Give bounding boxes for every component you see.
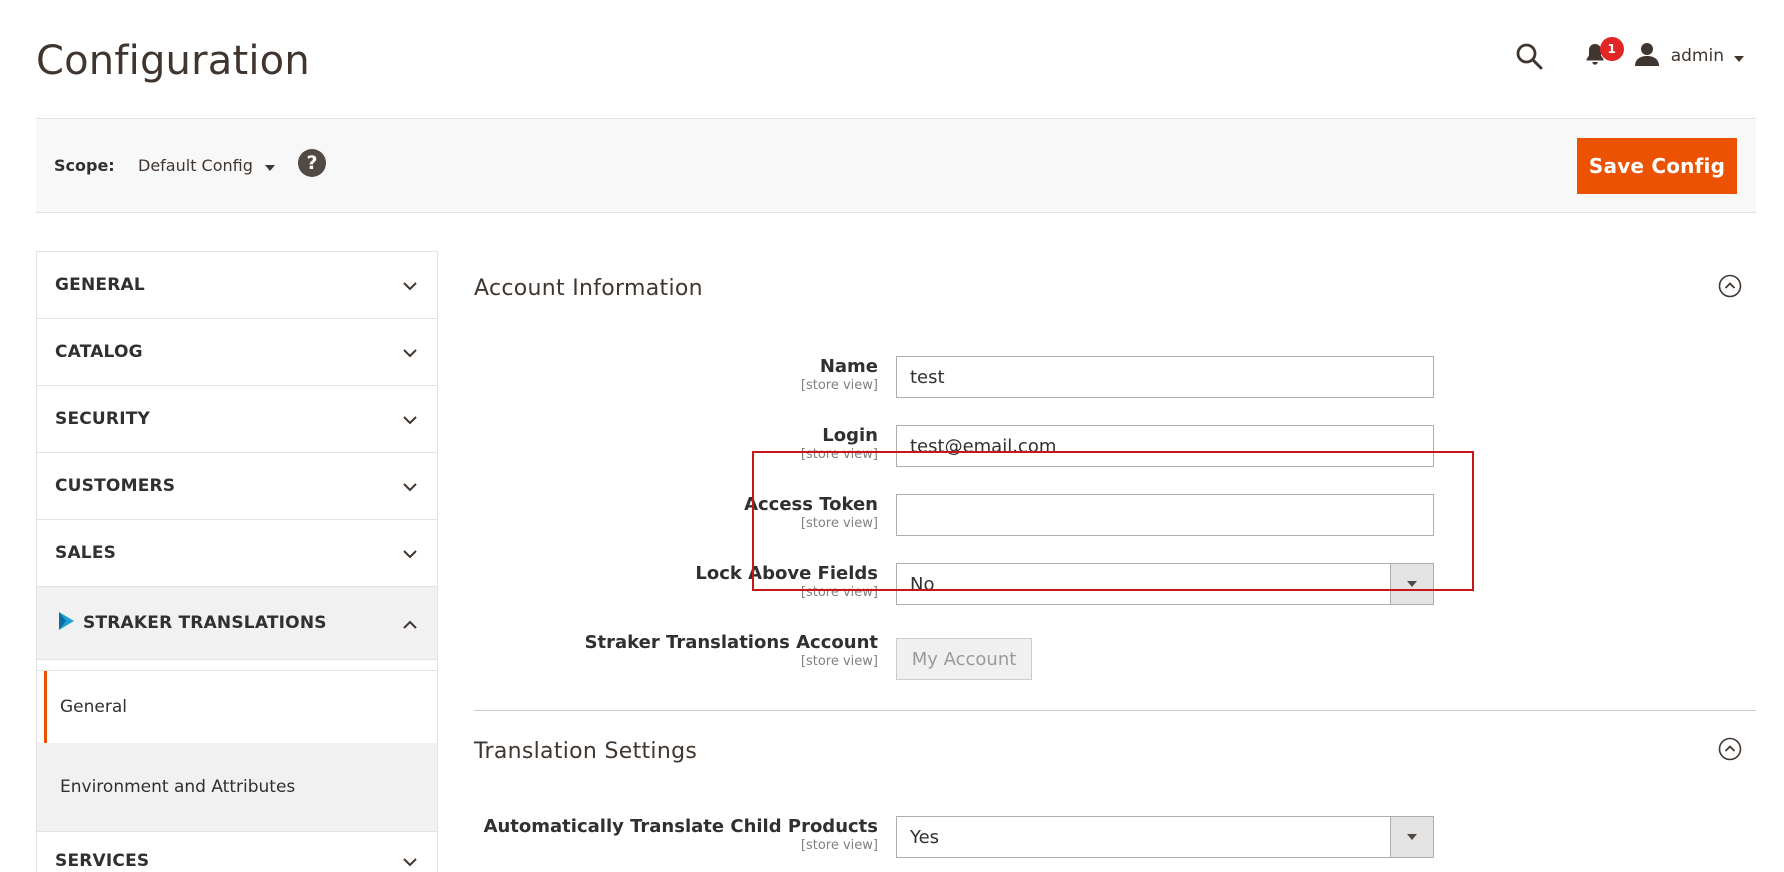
field-label-text: Straker Translations Account xyxy=(584,632,878,653)
user-icon xyxy=(1634,42,1659,70)
chevron-down-icon xyxy=(403,276,417,295)
collapse-circle-icon[interactable] xyxy=(1718,274,1742,302)
notifications-button[interactable]: 1 xyxy=(1585,37,1624,69)
sidebar-tab-label: SALES xyxy=(55,543,117,563)
field-label-login: Login [store view] xyxy=(801,425,878,463)
sidebar-tab-customers[interactable]: CUSTOMERS xyxy=(37,453,437,520)
name-input[interactable]: test xyxy=(896,356,1434,398)
auto-translate-child-products-select[interactable]: Yes xyxy=(896,816,1434,858)
select-value: No xyxy=(910,573,935,595)
field-label-access-token: Access Token [store view] xyxy=(744,494,878,532)
section-title: Translation Settings xyxy=(474,738,698,764)
sidebar-item-label: General xyxy=(60,697,127,717)
chevron-down-icon xyxy=(403,477,417,496)
field-scope-text: [store view] xyxy=(800,838,878,853)
scope-bar: Scope: Default Config ? Save Config xyxy=(36,118,1756,213)
scope-switcher[interactable]: Default Config xyxy=(138,156,275,175)
section-title: Account Information xyxy=(474,275,703,301)
chevron-down-icon xyxy=(403,852,417,871)
select-value: Yes xyxy=(910,826,940,848)
field-label-text: Name xyxy=(819,356,878,377)
account-information-header[interactable]: Account Information xyxy=(474,270,1756,306)
chevron-down-icon xyxy=(403,343,417,362)
sidebar-tab-sales[interactable]: SALES xyxy=(37,520,437,587)
search-icon[interactable] xyxy=(1515,42,1543,70)
sidebar-tab-label: SERVICES xyxy=(55,851,150,871)
sidebar-item-general[interactable]: General xyxy=(44,671,437,743)
field-label-text: Access Token xyxy=(744,494,878,515)
sidebar-item-environment-and-attributes[interactable]: Environment and Attributes xyxy=(37,743,437,831)
chevron-down-icon xyxy=(403,410,417,429)
collapse-circle-icon[interactable] xyxy=(1718,737,1742,765)
field-scope-text: [store view] xyxy=(800,378,878,393)
field-label-text: Lock Above Fields xyxy=(695,563,878,584)
scope-value: Default Config xyxy=(138,156,253,175)
caret-down-icon xyxy=(1390,817,1433,857)
sidebar-spacer xyxy=(37,660,437,671)
sidebar-tab-security[interactable]: SECURITY xyxy=(37,386,437,453)
sidebar-tab-label: CUSTOMERS xyxy=(55,476,176,496)
sidebar-tab-label: SECURITY xyxy=(55,409,151,429)
field-label-straker-account: Straker Translations Account [store view… xyxy=(585,632,878,670)
sidebar-tab-straker-translations[interactable]: STRAKER TRANSLATIONS xyxy=(37,587,437,660)
sidebar-tab-services[interactable]: SERVICES xyxy=(37,831,437,872)
field-scope-text: [store view] xyxy=(800,447,878,462)
notification-count-badge: 1 xyxy=(1599,37,1624,61)
login-input[interactable]: test@email.com xyxy=(896,425,1434,467)
lock-above-fields-select[interactable]: No xyxy=(896,563,1434,605)
sidebar-tab-label: GENERAL xyxy=(55,275,145,295)
help-icon[interactable]: ? xyxy=(298,149,326,177)
page-title: Configuration xyxy=(36,38,310,84)
field-label-name: Name [store view] xyxy=(801,356,878,394)
field-scope-text: [store view] xyxy=(800,585,878,600)
header-actions: 1 admin xyxy=(1515,37,1744,72)
sidebar-item-label: Environment and Attributes xyxy=(60,777,296,797)
user-name: admin xyxy=(1670,46,1724,66)
translation-settings-header[interactable]: Translation Settings xyxy=(474,733,1756,769)
field-label-text: Automatically Translate Child Products xyxy=(483,816,878,837)
sidebar-tab-catalog[interactable]: CATALOG xyxy=(37,319,437,386)
straker-logo-icon xyxy=(57,611,75,635)
save-config-button[interactable]: Save Config xyxy=(1577,138,1737,194)
scope-label: Scope: xyxy=(54,156,115,175)
config-sidebar: GENERAL CATALOG SECURITY CUSTOMERS SALES… xyxy=(36,251,438,872)
caret-down-icon xyxy=(1734,47,1744,66)
caret-down-icon xyxy=(264,156,275,175)
field-label-text: Login xyxy=(822,425,878,446)
section-divider xyxy=(474,710,1756,711)
sidebar-tab-label: CATALOG xyxy=(55,342,143,362)
chevron-down-icon xyxy=(403,544,417,563)
chevron-up-icon xyxy=(403,614,417,633)
field-label-lock-above-fields: Lock Above Fields [store view] xyxy=(695,563,878,601)
my-account-button[interactable]: My Account xyxy=(896,638,1032,680)
field-scope-text: [store view] xyxy=(800,516,878,531)
user-menu[interactable]: admin xyxy=(1634,42,1744,70)
sidebar-tab-label: STRAKER TRANSLATIONS xyxy=(83,613,327,633)
field-label-auto-translate-child-products: Automatically Translate Child Products [… xyxy=(484,816,878,854)
access-token-input[interactable] xyxy=(896,494,1434,536)
field-scope-text: [store view] xyxy=(800,654,878,669)
sidebar-tab-general[interactable]: GENERAL xyxy=(37,252,437,319)
caret-down-icon xyxy=(1390,564,1433,604)
